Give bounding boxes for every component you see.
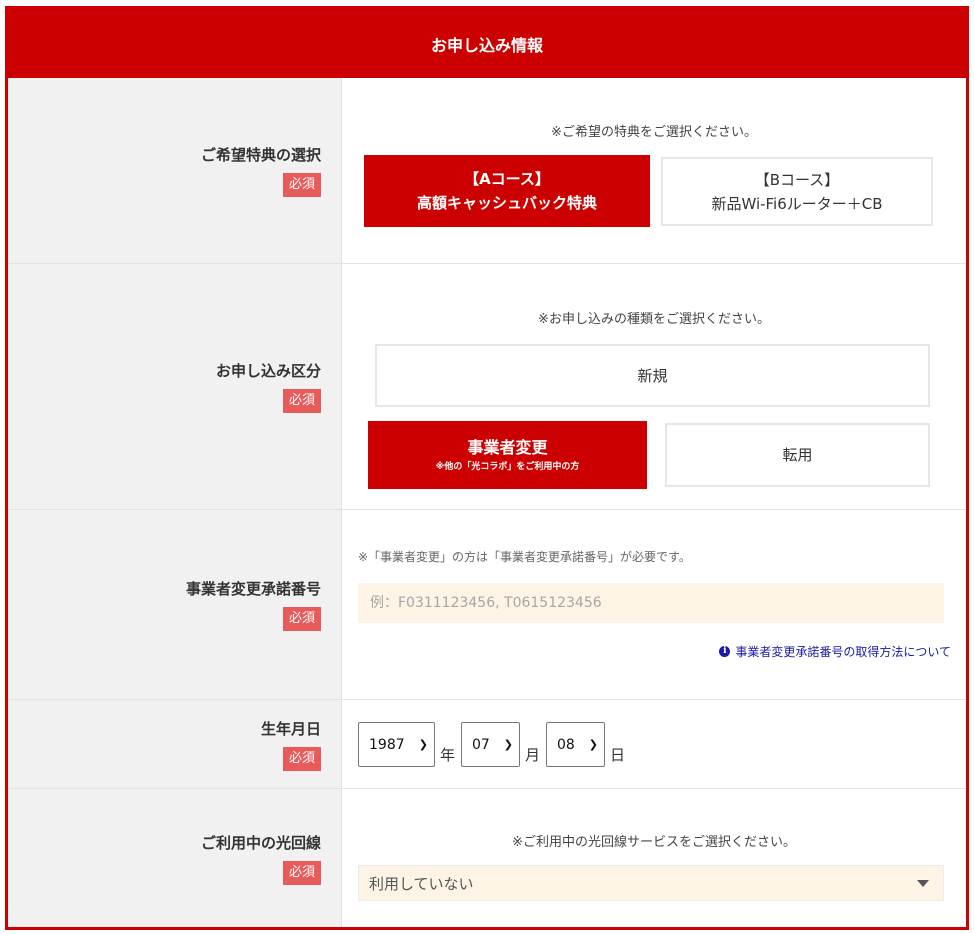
benefit-note: ※ご希望の特典をご選択ください。 <box>551 125 757 140</box>
content-cell-benefit: ※ご希望の特典をご選択ください。 【Aコース】 高額キャッシュバック特典 【Bコ… <box>342 78 966 263</box>
required-badge: 必須 <box>282 389 321 413</box>
course-b-option[interactable]: 【Bコース】 新品Wi-Fi6ルーター＋CB <box>661 157 933 226</box>
row-approval-number: 事業者変更承諾番号 必須 ※「事業者変更」の方は「事業者変更承諾番号」が必要です… <box>8 510 966 700</box>
approval-number-label: 事業者変更承諾番号 <box>185 580 321 598</box>
course-a-option[interactable]: 【Aコース】 高額キャッシュバック特典 <box>364 155 650 227</box>
birth-day-value: 08 <box>557 736 575 753</box>
benefit-label: ご希望特典の選択 <box>200 146 321 164</box>
row-current-line: ご利用中の光回線 必須 ※ご利用中の光回線サービスをご選択ください。 利用してい… <box>8 789 966 927</box>
help-link-text: 事業者変更承諾番号の取得方法について <box>735 645 951 659</box>
label-cell-approval-number: 事業者変更承諾番号 必須 <box>8 510 342 699</box>
chevron-down-icon: ❯ <box>418 738 428 751</box>
application-type-note: ※お申し込みの種類をご選択ください。 <box>538 312 770 327</box>
month-unit: 月 <box>525 746 541 764</box>
year-unit: 年 <box>440 746 456 764</box>
approval-number-input[interactable] <box>358 583 944 623</box>
transfer-label: 転用 <box>782 446 813 464</box>
course-b-desc: 新品Wi-Fi6ルーター＋CB <box>711 194 883 213</box>
row-application-type: お申し込み区分 必須 ※お申し込みの種類をご選択ください。 新規 事業者変更 ※… <box>8 264 966 510</box>
label-cell-benefit: ご希望特典の選択 必須 <box>8 78 342 263</box>
day-unit: 日 <box>610 746 626 764</box>
birth-year-select[interactable]: 1987 ❯ <box>358 722 435 767</box>
birth-date-label: 生年月日 <box>260 719 321 738</box>
chevron-down-icon: ❯ <box>503 738 513 751</box>
required-badge: 必須 <box>282 607 321 631</box>
new-application-option[interactable]: 新規 <box>375 344 930 407</box>
current-line-note: ※ご利用中の光回線サービスをご選択ください。 <box>512 835 796 850</box>
info-icon: i <box>719 646 731 657</box>
course-a-title: 【Aコース】 <box>464 170 550 188</box>
row-birth-date: 生年月日 必須 1987 ❯ 年 07 ❯ 月 08 ❯ 日 <box>8 700 966 789</box>
birth-month-select[interactable]: 07 ❯ <box>461 722 520 767</box>
label-cell-birth-date: 生年月日 必須 <box>8 700 342 788</box>
application-form: お申し込み情報 ご希望特典の選択 必須 ※ご希望の特典をご選択ください。 【Aコ… <box>5 6 969 930</box>
form-header: お申し込み情報 <box>8 9 966 78</box>
birth-year-value: 1987 <box>369 736 405 753</box>
carrier-change-label: 事業者変更 <box>467 438 548 457</box>
form-title: お申し込み情報 <box>430 35 543 55</box>
approval-number-help-link[interactable]: i 事業者変更承諾番号の取得方法について <box>719 643 951 660</box>
application-type-label: お申し込み区分 <box>215 362 321 380</box>
approval-number-note: ※「事業者変更」の方は「事業者変更承諾番号」が必要です。 <box>358 550 691 564</box>
row-benefit: ご希望特典の選択 必須 ※ご希望の特典をご選択ください。 【Aコース】 高額キャ… <box>8 78 966 264</box>
course-a-desc: 高額キャッシュバック特典 <box>416 194 597 212</box>
content-cell-birth-date: 1987 ❯ 年 07 ❯ 月 08 ❯ 日 <box>342 700 966 788</box>
label-cell-current-line: ご利用中の光回線 必須 <box>8 789 342 927</box>
content-cell-application-type: ※お申し込みの種類をご選択ください。 新規 事業者変更 ※他の「光コラボ」をご利… <box>342 264 966 509</box>
required-badge: 必須 <box>282 746 321 771</box>
content-cell-approval-number: ※「事業者変更」の方は「事業者変更承諾番号」が必要です。 i 事業者変更承諾番号… <box>342 510 966 699</box>
carrier-change-sub: ※他の「光コラボ」をご利用中の方 <box>435 462 580 472</box>
course-b-title: 【Bコース】 <box>754 170 840 189</box>
required-badge: 必須 <box>282 173 321 197</box>
required-badge: 必須 <box>282 861 321 885</box>
current-line-select[interactable]: 利用していない <box>358 865 944 901</box>
current-line-value: 利用していない <box>369 874 474 893</box>
current-line-label: ご利用中の光回線 <box>200 834 321 852</box>
dropdown-arrow-icon <box>917 879 929 887</box>
new-application-label: 新規 <box>637 366 668 385</box>
transfer-option[interactable]: 転用 <box>665 423 930 487</box>
birth-month-value: 07 <box>472 736 490 753</box>
content-cell-current-line: ※ご利用中の光回線サービスをご選択ください。 利用していない <box>342 789 966 927</box>
chevron-down-icon: ❯ <box>588 738 598 751</box>
birth-day-select[interactable]: 08 ❯ <box>546 722 605 767</box>
label-cell-application-type: お申し込み区分 必須 <box>8 264 342 509</box>
carrier-change-option[interactable]: 事業者変更 ※他の「光コラボ」をご利用中の方 <box>368 421 647 489</box>
